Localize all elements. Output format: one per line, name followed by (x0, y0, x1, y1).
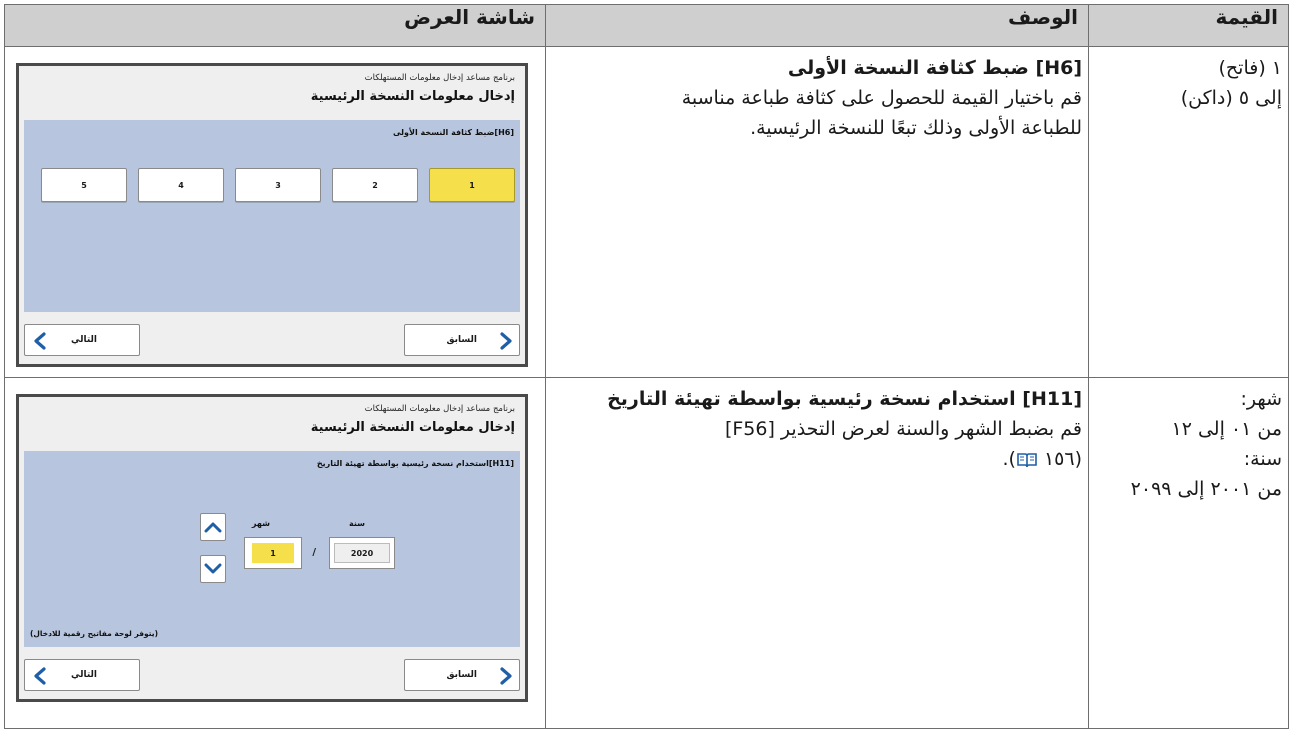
next-button[interactable]: التالي (24, 324, 140, 356)
date-separator: / (312, 547, 316, 558)
arrow-down-icon (204, 563, 222, 574)
manual-table: شاشة العرض الوصف القيمة برنامج مساعد إدخ… (4, 4, 1289, 729)
description-line: للطباعة الأولى وذلك تبعًا للنسخة الرئيسي… (750, 117, 1082, 139)
prev-button-label: السابق (446, 335, 478, 345)
table-row: برنامج مساعد إدخال معلومات المستهلكات إد… (4, 46, 1289, 378)
numeric-keypad-hint: (يتوفر لوحة مفاتيح رقمية للادخال) (30, 629, 159, 638)
prev-button-label: السابق (446, 670, 478, 680)
screen-cell: برنامج مساعد إدخال معلومات المستهلكات إد… (4, 377, 546, 729)
value-cell: ١ (فاتح) إلى ٥ (داكن) (1088, 46, 1289, 378)
panel-app-title: برنامج مساعد إدخال معلومات المستهلكات (364, 404, 515, 414)
density-option-3[interactable]: 3 (235, 168, 321, 202)
header-description: الوصف (545, 4, 1089, 47)
next-button-label: التالي (71, 670, 98, 680)
value-line: من ٢٠٠١ إلى ٢٠٩٩ (1130, 478, 1282, 500)
panel-title: إدخال معلومات النسخة الرئيسية (310, 420, 515, 435)
panel-subtitle: [H11]استخدام نسخة رئيسية بواسطة تهيئة ال… (316, 459, 514, 468)
panel-screen-h11: برنامج مساعد إدخال معلومات المستهلكات إد… (16, 394, 528, 702)
panel-subtitle: [H6]ضبط كثافة النسخة الأولى (392, 128, 514, 137)
description-title: [H6] ضبط كثافة النسخة الأولى (787, 57, 1082, 79)
value-line: من ٠١ إلى ١٢ (1171, 418, 1282, 440)
density-option-2[interactable]: 2 (332, 168, 418, 202)
chevron-right-icon (500, 667, 512, 685)
month-label: شهر (251, 519, 270, 528)
year-field[interactable]: 2020 (329, 537, 395, 569)
next-button-label: التالي (71, 335, 98, 345)
value-line: إلى ٥ (داكن) (1180, 87, 1282, 109)
screen-cell: برنامج مساعد إدخال معلومات المستهلكات إد… (4, 46, 546, 378)
description-line: قم باختيار القيمة للحصول على كثافة طباعة… (681, 87, 1082, 109)
header-value: القيمة (1088, 4, 1289, 47)
arrow-up-icon (204, 522, 222, 533)
value-line: ١ (فاتح) (1218, 57, 1282, 79)
header-screen: شاشة العرض (4, 4, 546, 47)
header-row: شاشة العرض الوصف القيمة (4, 4, 1289, 47)
description-cell: [H6] ضبط كثافة النسخة الأولى قم باختيار … (545, 46, 1089, 378)
value-line: شهر: (1240, 388, 1282, 410)
density-option-5[interactable]: 5 (41, 168, 127, 202)
panel-screen-h6: برنامج مساعد إدخال معلومات المستهلكات إد… (16, 63, 528, 367)
prev-button[interactable]: السابق (404, 659, 520, 691)
next-button[interactable]: التالي (24, 659, 140, 691)
description-cell: [H11] استخدام نسخة رئيسية بواسطة تهيئة ا… (545, 377, 1089, 729)
chevron-right-icon (500, 332, 512, 350)
chevron-left-icon (34, 332, 46, 350)
page-reference: (١٥٦ (1037, 448, 1082, 470)
prev-button[interactable]: السابق (404, 324, 520, 356)
page-reference-close: ). (1002, 448, 1016, 470)
book-icon (1017, 452, 1037, 467)
description-line: قم بضبط الشهر والسنة لعرض التحذير [F56] (724, 418, 1082, 440)
value-line: سنة: (1243, 448, 1282, 470)
year-value: 2020 (334, 543, 390, 563)
panel-content-area: [H11]استخدام نسخة رئيسية بواسطة تهيئة ال… (24, 451, 520, 647)
description-title: [H11] استخدام نسخة رئيسية بواسطة تهيئة ا… (607, 388, 1082, 410)
density-option-1[interactable]: 1 (429, 168, 515, 202)
chevron-left-icon (34, 667, 46, 685)
density-option-4[interactable]: 4 (138, 168, 224, 202)
year-label: سنة (349, 519, 365, 528)
month-field[interactable]: 1 (244, 537, 302, 569)
value-cell: شهر: من ٠١ إلى ١٢ سنة: من ٢٠٠١ إلى ٢٠٩٩ (1088, 377, 1289, 729)
panel-app-title: برنامج مساعد إدخال معلومات المستهلكات (364, 73, 515, 83)
increase-button[interactable] (200, 513, 226, 541)
panel-content-area: [H6]ضبط كثافة النسخة الأولى 1 2 3 4 5 (24, 120, 520, 312)
month-value: 1 (252, 543, 294, 563)
description-line: (١٥٦ ). (552, 444, 1082, 474)
panel-title: إدخال معلومات النسخة الرئيسية (310, 89, 515, 104)
decrease-button[interactable] (200, 555, 226, 583)
table-row: برنامج مساعد إدخال معلومات المستهلكات إد… (4, 377, 1289, 729)
